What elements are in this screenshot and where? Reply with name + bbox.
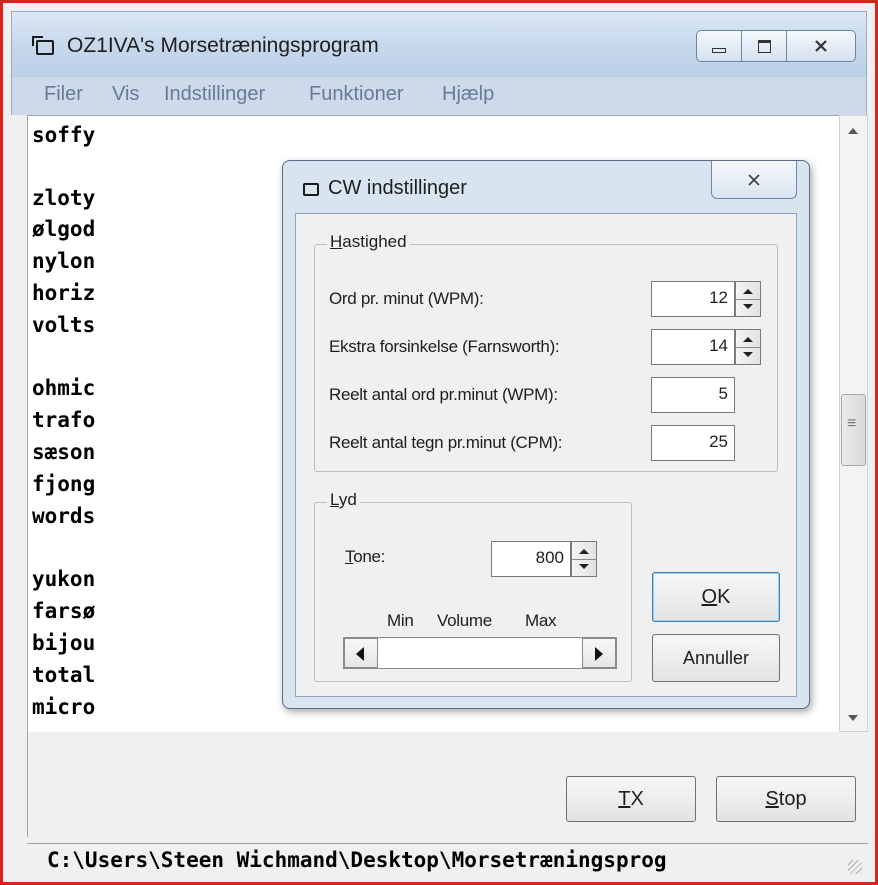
dialog-title: CW indstillinger <box>328 177 467 199</box>
real-wpm-field: 5 <box>651 377 735 413</box>
dialog-icon <box>303 183 319 196</box>
vertical-scrollbar[interactable] <box>839 115 868 732</box>
word-line: ølgod <box>32 217 96 241</box>
farnsworth-field[interactable]: 14 <box>651 329 735 365</box>
word-line: bijou <box>32 631 96 655</box>
lyd-accelerator: L <box>330 490 339 509</box>
word-line: nylon <box>32 249 96 273</box>
menu-bar: Filer Vis Indstillinger Funktioner Hjælp <box>11 77 867 115</box>
word-line: ohmic <box>32 376 96 400</box>
status-bar: C:\Users\Steen Wichmand\Desktop\Morsetræ… <box>27 843 868 878</box>
word-line: words <box>32 504 96 528</box>
real-wpm-label: Reelt antal ord pr.minut (WPM): <box>329 385 558 404</box>
spin-down-icon[interactable] <box>743 304 753 309</box>
word-line: micro <box>32 695 96 719</box>
ok-accelerator: O <box>701 585 718 608</box>
scroll-up-icon[interactable] <box>848 128 858 134</box>
wpm-spinner[interactable] <box>735 281 761 317</box>
spin-down-icon[interactable] <box>743 352 753 357</box>
maximize-button[interactable] <box>741 30 787 62</box>
volume-max-label: Max <box>525 611 557 630</box>
cw-settings-dialog: CW indstillinger Hastighed Ord pr. minut… <box>282 160 810 709</box>
dialog-close-button[interactable] <box>711 161 797 199</box>
resize-grip-icon[interactable] <box>848 860 862 874</box>
spin-up-icon[interactable] <box>743 289 753 294</box>
caption-buttons <box>696 30 856 64</box>
hastighed-legend: Hastighed <box>327 232 410 252</box>
scroll-thumb[interactable] <box>841 394 866 466</box>
maximize-icon <box>757 39 771 53</box>
menu-filer[interactable]: Filer <box>44 83 83 106</box>
stop-label: top <box>778 787 807 810</box>
menu-vis[interactable]: Vis <box>112 83 139 106</box>
tone-accelerator: T <box>345 547 354 566</box>
close-icon <box>815 40 827 52</box>
close-button[interactable] <box>786 30 856 62</box>
farnsworth-label: Ekstra forsinkelse (Farnsworth): <box>329 337 560 356</box>
spin-up-icon[interactable] <box>579 549 589 554</box>
word-line: horiz <box>32 281 96 305</box>
word-line: sæson <box>32 440 96 464</box>
scroll-down-icon[interactable] <box>848 715 858 721</box>
main-window: OZ1IVA's Morsetræningsprogram Filer Vis … <box>0 0 878 885</box>
app-icon <box>32 36 54 55</box>
ok-label: K <box>717 585 731 608</box>
volume-label: Volume <box>437 611 492 630</box>
tone-spinner[interactable] <box>571 541 597 577</box>
minimize-icon <box>712 47 726 53</box>
volume-right-arrow-icon[interactable] <box>582 638 616 668</box>
menu-hjaelp[interactable]: Hjælp <box>442 83 494 106</box>
real-cpm-field: 25 <box>651 425 735 461</box>
window-title: OZ1IVA's Morsetræningsprogram <box>67 34 379 57</box>
spin-up-icon[interactable] <box>743 337 753 342</box>
tone-label-text: one: <box>353 547 386 566</box>
annuller-button[interactable]: Annuller <box>652 634 780 682</box>
close-icon <box>748 173 760 186</box>
minimize-button[interactable] <box>696 30 742 62</box>
hastighed-legend-text: astighed <box>342 232 407 251</box>
wpm-field[interactable]: 12 <box>651 281 735 317</box>
word-line: volts <box>32 313 96 337</box>
bottom-button-panel: TX Stop <box>27 732 869 837</box>
menu-indstillinger[interactable]: Indstillinger <box>164 83 265 106</box>
word-line: soffy <box>32 123 96 147</box>
lyd-group: Lyd Tone: 800 Min Volume Max <box>314 490 632 682</box>
word-line: yukon <box>32 567 96 591</box>
stop-accelerator: S <box>765 787 779 810</box>
word-line: farsø <box>32 599 96 623</box>
hastighed-group: Hastighed Ord pr. minut (WPM): 12 Ekstra… <box>314 232 778 472</box>
tx-button[interactable]: TX <box>566 776 696 822</box>
dialog-body: Hastighed Ord pr. minut (WPM): 12 Ekstra… <box>295 213 797 697</box>
stop-button[interactable]: Stop <box>716 776 856 822</box>
real-cpm-label: Reelt antal tegn pr.minut (CPM): <box>329 433 563 452</box>
word-line: total <box>32 663 96 687</box>
word-line: zloty <box>32 186 96 210</box>
volume-left-arrow-icon[interactable] <box>344 638 378 668</box>
spin-down-icon[interactable] <box>579 564 589 569</box>
title-bar[interactable]: OZ1IVA's Morsetræningsprogram <box>11 11 867 78</box>
tx-label: X <box>630 787 644 810</box>
menu-funktioner[interactable]: Funktioner <box>309 83 404 106</box>
ok-button[interactable]: OK <box>652 572 780 622</box>
wpm-label: Ord pr. minut (WPM): <box>329 289 484 308</box>
volume-slider[interactable] <box>343 637 617 669</box>
farnsworth-spinner[interactable] <box>735 329 761 365</box>
hastighed-accelerator: H <box>330 232 343 251</box>
lyd-legend: Lyd <box>327 490 360 510</box>
word-line: trafo <box>32 408 96 432</box>
word-line: fjong <box>32 472 96 496</box>
tone-label: Tone: <box>345 547 385 567</box>
tone-field[interactable]: 800 <box>491 541 571 577</box>
lyd-legend-text: yd <box>338 490 357 509</box>
status-path: C:\Users\Steen Wichmand\Desktop\Morsetræ… <box>47 848 667 872</box>
volume-min-label: Min <box>387 611 414 630</box>
tx-accelerator: T <box>618 787 631 810</box>
